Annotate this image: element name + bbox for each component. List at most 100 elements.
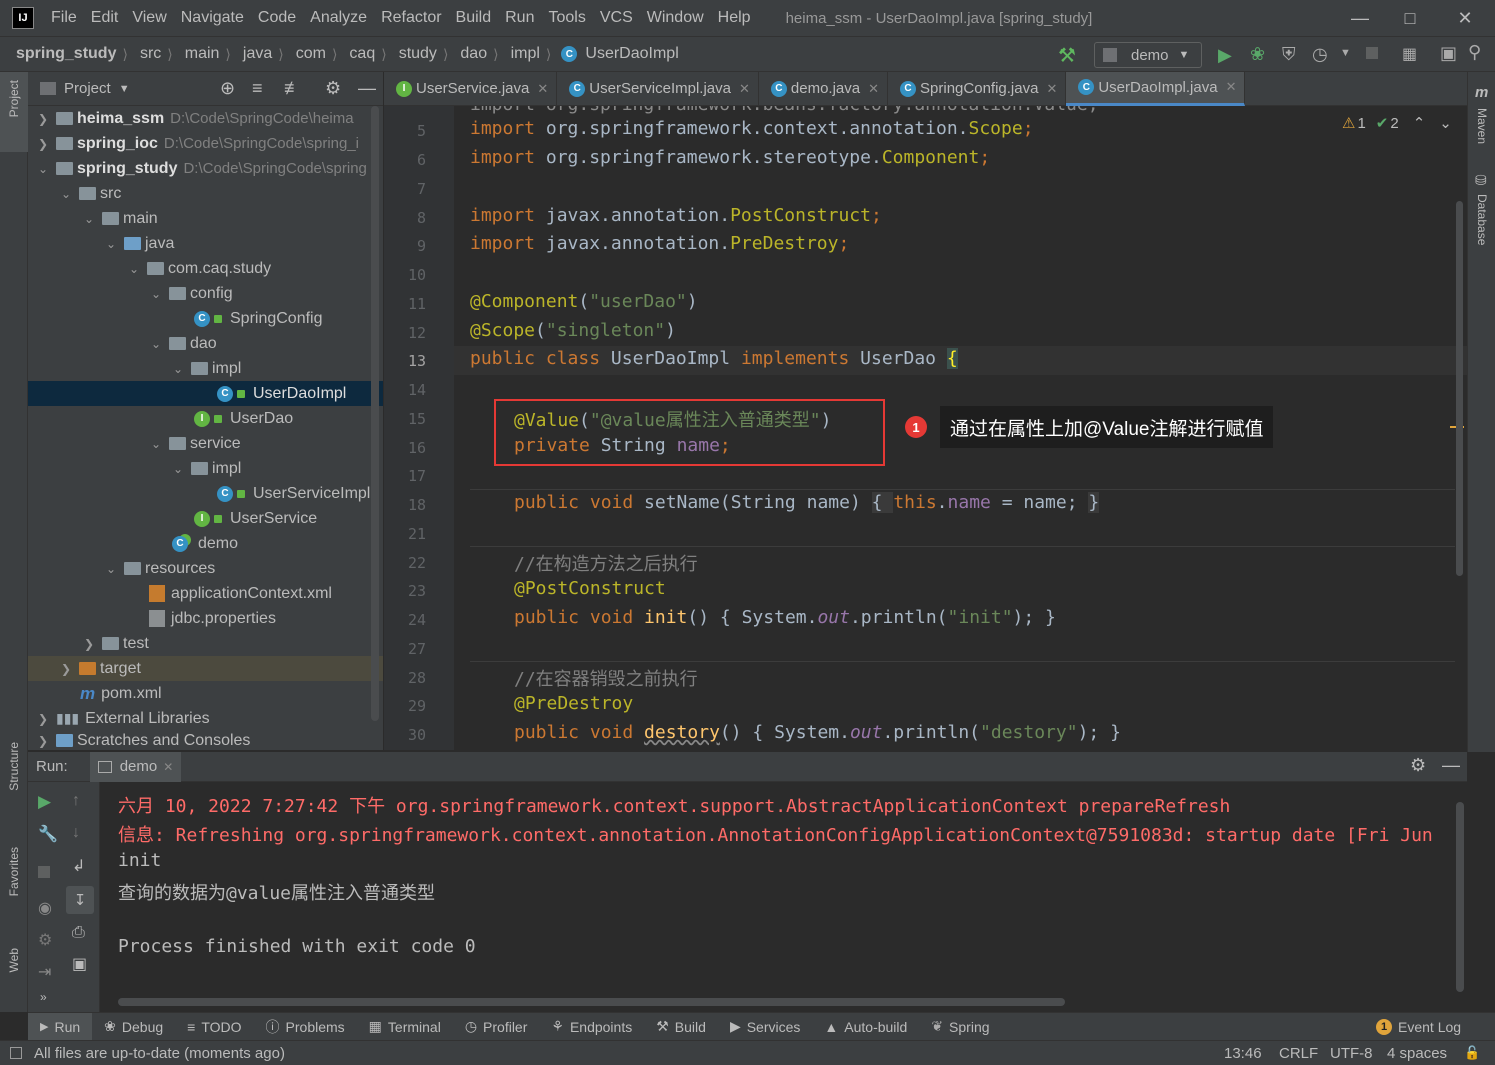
menu-file[interactable]: File	[44, 9, 84, 27]
trash-icon[interactable]: ▣	[72, 954, 87, 974]
tree-item-dao-impl[interactable]: ⌄ impl	[28, 356, 383, 381]
file-encoding[interactable]: UTF-8	[1330, 1045, 1373, 1062]
tree-item-package[interactable]: ⌄ com.caq.study	[28, 256, 383, 281]
code-editor[interactable]: import org.springframework.beans.factory…	[454, 106, 1467, 750]
menu-build[interactable]: Build	[449, 9, 499, 27]
tool-project[interactable]: Project	[7, 80, 21, 117]
indent-setting[interactable]: 4 spaces	[1387, 1045, 1447, 1062]
tool-structure[interactable]: Structure	[7, 742, 21, 791]
search-icon[interactable]: ⚲	[1468, 42, 1481, 63]
tree-item-heima-ssm[interactable]: ❯ heima_ssm D:\Code\SpringCode\heima	[28, 106, 383, 131]
rerun-icon[interactable]: ▶	[38, 792, 51, 812]
more-icon[interactable]: »	[40, 990, 47, 1004]
tree-item-demo[interactable]: C demo	[28, 531, 383, 556]
breadcrumb-caq[interactable]: caq	[337, 45, 375, 63]
menu-view[interactable]: View	[125, 9, 173, 27]
tree-item-spring-study[interactable]: ⌄ spring_study D:\Code\SpringCode\spring	[28, 156, 383, 181]
chevron-up-icon[interactable]: ⌃	[1413, 114, 1426, 132]
tree-item-scratches[interactable]: ❯ Scratches and Consoles	[28, 731, 383, 750]
chevron-down-icon[interactable]: ⌄	[104, 562, 118, 576]
chevron-down-icon[interactable]: ⌄	[127, 262, 141, 276]
tree-item-target[interactable]: ❯ target	[28, 656, 383, 681]
collapse-all-icon[interactable]: ≢	[284, 78, 302, 99]
tab-demo[interactable]: C demo.java ✕	[759, 71, 889, 106]
chevron-right-icon[interactable]: ❯	[59, 662, 73, 676]
hide-panel-icon[interactable]: —	[358, 78, 376, 99]
chevron-down-icon[interactable]: ⌄	[149, 337, 163, 351]
soft-wrap-icon[interactable]: ↲	[72, 856, 85, 876]
tool-tab-todo[interactable]: ≡ TODO	[175, 1019, 253, 1035]
close-tab-icon[interactable]: ✕	[537, 81, 548, 97]
menu-refactor[interactable]: Refactor	[374, 9, 448, 27]
chevron-right-icon[interactable]: ❯	[82, 637, 96, 651]
tree-item-pom[interactable]: m pom.xml	[28, 681, 383, 706]
stop-icon[interactable]	[1366, 47, 1378, 59]
menu-code[interactable]: Code	[251, 9, 303, 27]
console-vscrollbar[interactable]	[1456, 802, 1464, 992]
tree-item-external-libraries[interactable]: ❯ ▮▮▮ External Libraries	[28, 706, 383, 731]
close-window-icon[interactable]: ✕	[1440, 0, 1490, 36]
tree-item-appcontext-xml[interactable]: applicationContext.xml	[28, 581, 383, 606]
breadcrumb-com[interactable]: com	[284, 45, 326, 63]
tree-item-service[interactable]: ⌄ service	[28, 431, 383, 456]
chevron-down-icon[interactable]: ⌄	[149, 437, 163, 451]
debug-icon[interactable]: ❀	[1250, 44, 1265, 65]
tree-item-springconfig[interactable]: C SpringConfig	[28, 306, 383, 331]
close-tab-icon[interactable]: ✕	[868, 81, 879, 97]
tree-item-userdaoimpl-selected[interactable]: C UserDaoImpl	[28, 381, 383, 406]
menu-window[interactable]: Window	[640, 9, 711, 27]
tool-tab-terminal[interactable]: ▦ Terminal	[357, 1018, 453, 1035]
tree-item-config[interactable]: ⌄ config	[28, 281, 383, 306]
lock-icon[interactable]: 🔓	[1464, 1045, 1480, 1061]
breadcrumb-src[interactable]: src	[128, 45, 161, 63]
tab-springconfig[interactable]: C SpringConfig.java ✕	[888, 71, 1067, 106]
chevron-down-icon[interactable]: ⌄	[36, 162, 50, 176]
tool-tab-auto-build[interactable]: ▲ Auto-build	[812, 1019, 919, 1035]
breadcrumb-main[interactable]: main	[173, 45, 220, 63]
menu-vcs[interactable]: VCS	[593, 9, 640, 27]
build-hammer-icon[interactable]: ⚒	[1058, 43, 1076, 68]
chevron-down-icon[interactable]: ⌄	[171, 462, 185, 476]
menu-run[interactable]: Run	[498, 9, 541, 27]
tree-item-resources[interactable]: ⌄ resources	[28, 556, 383, 581]
chevron-down-icon[interactable]: ⌄	[171, 362, 185, 376]
tool-tab-endpoints[interactable]: ⚘ Endpoints	[539, 1018, 644, 1035]
chevron-right-icon[interactable]: ❯	[36, 137, 50, 151]
profile-icon[interactable]: ◷	[1312, 44, 1328, 65]
breadcrumb-class[interactable]: UserDaoImpl	[581, 45, 678, 63]
tree-item-src[interactable]: ⌄ src	[28, 181, 383, 206]
tool-tab-problems[interactable]: ⓘ Problems	[254, 1017, 357, 1037]
coverage-icon[interactable]: ⛨	[1282, 44, 1296, 65]
tree-item-java[interactable]: ⌄ java	[28, 231, 383, 256]
menu-edit[interactable]: Edit	[84, 9, 126, 27]
project-structure-icon[interactable]: ▦	[1402, 44, 1417, 64]
tab-userdaoimpl-active[interactable]: C UserDaoImpl.java ✕	[1066, 71, 1246, 106]
tree-item-dao[interactable]: ⌄ dao	[28, 331, 383, 356]
gear-icon[interactable]: ⚙	[1410, 755, 1426, 776]
tool-tab-debug[interactable]: ❀ Debug	[92, 1018, 175, 1035]
expand-all-icon[interactable]: ≡	[252, 78, 263, 99]
minimize-icon[interactable]: —	[1335, 0, 1385, 36]
maximize-icon[interactable]: □	[1385, 0, 1435, 36]
chevron-down-icon[interactable]: ⌄	[104, 237, 118, 251]
run-icon[interactable]: ▶	[1218, 45, 1232, 66]
tool-tab-profiler[interactable]: ◷ Profiler	[453, 1018, 540, 1035]
tool-tab-spring[interactable]: ❦ Spring	[919, 1018, 1001, 1035]
breadcrumb-dao[interactable]: dao	[448, 45, 487, 63]
run-config-select[interactable]: demo ▼	[1094, 42, 1202, 68]
tool-tab-services[interactable]: ▶ Services	[718, 1018, 812, 1035]
tree-scrollbar[interactable]	[371, 106, 379, 721]
line-separator[interactable]: CRLF	[1279, 1045, 1318, 1062]
tool-tab-run[interactable]: ▶ Run	[28, 1012, 93, 1041]
hide-panel-icon[interactable]: —	[1442, 755, 1460, 776]
menu-tools[interactable]: Tools	[541, 9, 592, 27]
scroll-to-end-icon[interactable]: ↧	[66, 886, 94, 914]
chevron-down-icon[interactable]: ▼	[1340, 47, 1351, 59]
gear-icon[interactable]: ⚙	[325, 78, 341, 99]
chevron-down-icon[interactable]: ⌄	[149, 287, 163, 301]
scroll-up-icon[interactable]: ↑	[72, 792, 80, 810]
caret-position[interactable]: 13:46	[1224, 1045, 1262, 1062]
layout-icon[interactable]: ▣	[1440, 43, 1457, 64]
tree-item-userdao[interactable]: I UserDao	[28, 406, 383, 431]
close-tab-icon[interactable]: ✕	[739, 81, 750, 97]
